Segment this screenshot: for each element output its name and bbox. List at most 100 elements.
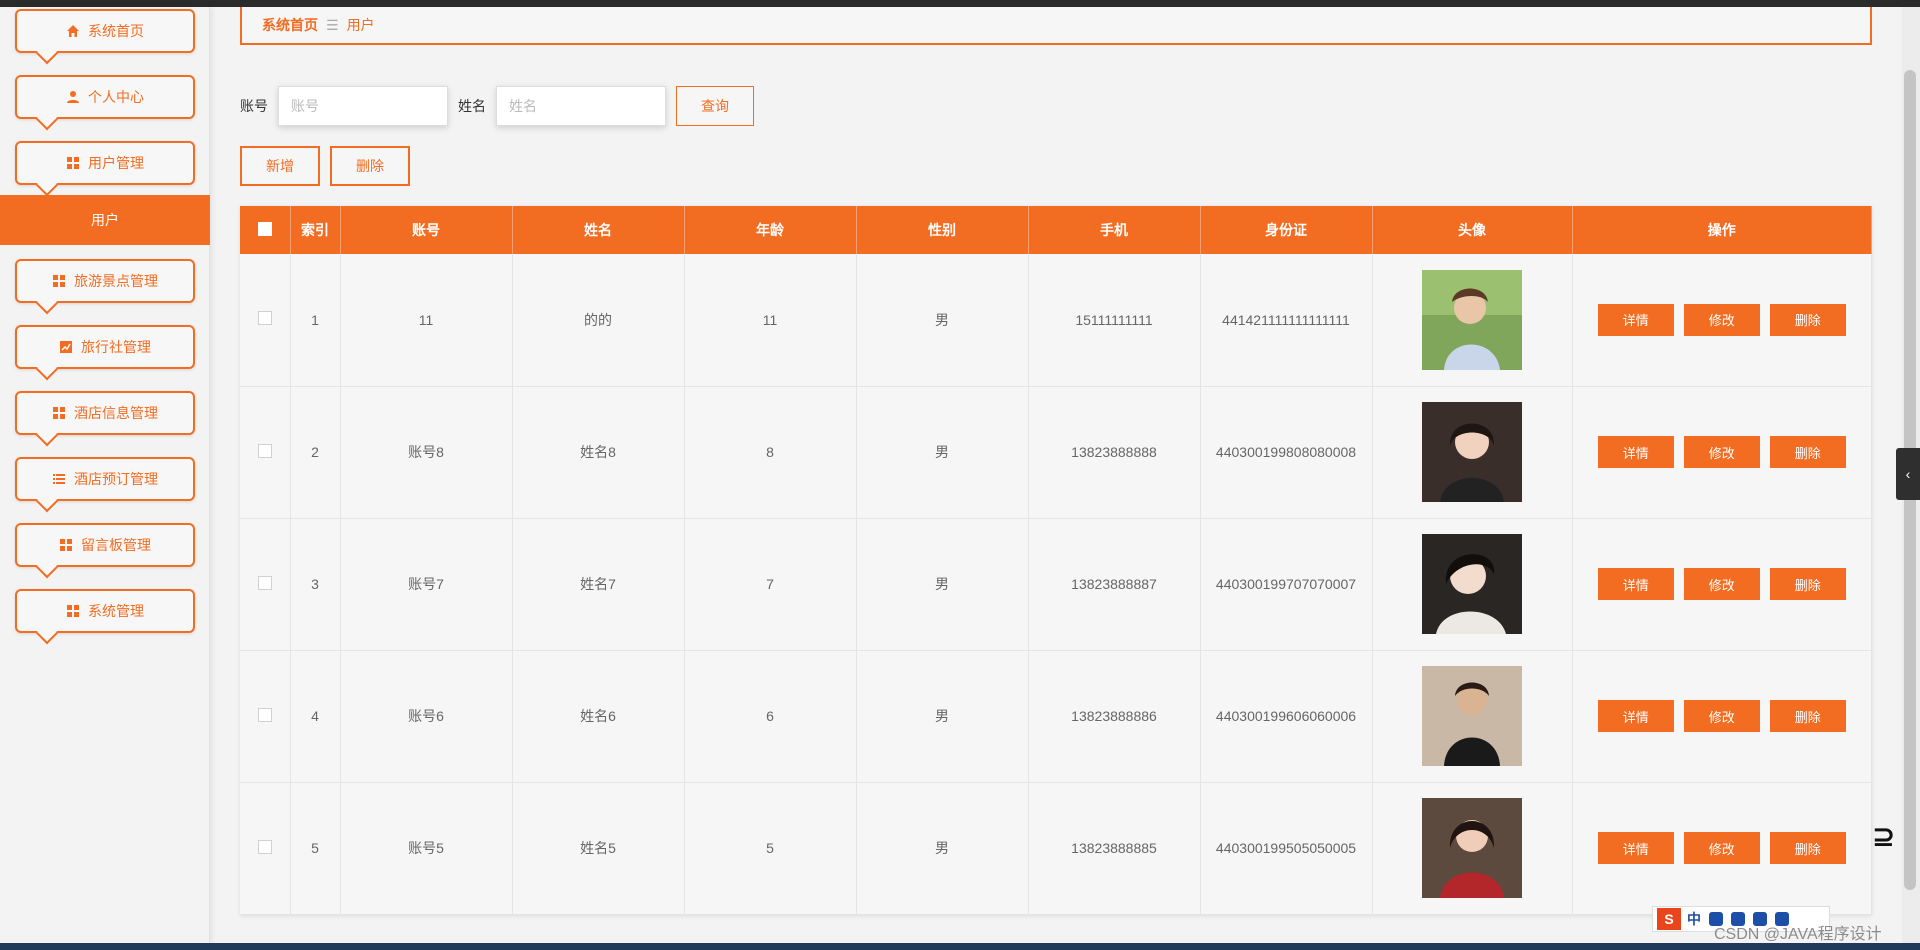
sidebar-item-attraction-management[interactable]: 旅游景点管理 bbox=[15, 259, 195, 315]
select-all-checkbox[interactable] bbox=[257, 221, 272, 236]
table-row: 1 11 的的 11 男 15111111111 441421111111111… bbox=[240, 254, 1872, 387]
edit-button[interactable]: 修改 bbox=[1683, 568, 1760, 600]
detail-button[interactable]: 详情 bbox=[1597, 832, 1674, 864]
sidebar-item-personal-center[interactable]: 个人中心 bbox=[15, 75, 195, 131]
detail-button[interactable]: 详情 bbox=[1597, 436, 1674, 468]
cell-index: 2 bbox=[290, 386, 341, 519]
sidebar-item-label: 旅行社管理 bbox=[81, 339, 151, 355]
grid-icon bbox=[52, 406, 66, 420]
sidebar: 系统首页 个人中心 用户管理 用户 旅游景点管理 旅行社管理 酒店信息管理 酒店… bbox=[0, 7, 210, 943]
cell-phone: 13823888887 bbox=[1028, 518, 1201, 651]
table-row: 5 账号5 姓名5 5 男 13823888885 44030019950505… bbox=[240, 782, 1872, 915]
delete-button[interactable]: 删除 bbox=[1769, 700, 1846, 732]
avatar bbox=[1422, 269, 1522, 370]
cell-index: 1 bbox=[290, 254, 341, 387]
sidebar-item-hotel-booking[interactable]: 酒店预订管理 bbox=[15, 457, 195, 513]
header-name: 姓名 bbox=[512, 206, 685, 254]
edit-button[interactable]: 修改 bbox=[1683, 436, 1760, 468]
sidebar-item-travel-agency[interactable]: 旅行社管理 bbox=[15, 325, 195, 381]
sidebar-item-label: 系统首页 bbox=[88, 23, 144, 39]
header-id-card: 身份证 bbox=[1200, 206, 1373, 254]
account-label: 账号 bbox=[240, 98, 268, 114]
cell-age: 6 bbox=[684, 650, 857, 783]
breadcrumb-home[interactable]: 系统首页 bbox=[262, 15, 318, 35]
row-checkbox[interactable] bbox=[257, 443, 272, 458]
cell-age: 7 bbox=[684, 518, 857, 651]
home-icon bbox=[66, 24, 80, 38]
row-checkbox[interactable] bbox=[257, 311, 272, 326]
avatar bbox=[1422, 666, 1522, 766]
row-checkbox[interactable] bbox=[257, 575, 272, 590]
cell-account: 账号6 bbox=[340, 650, 513, 783]
cell-avatar bbox=[1372, 782, 1573, 915]
cell-phone: 13823888888 bbox=[1028, 386, 1201, 519]
detail-button[interactable]: 详情 bbox=[1597, 303, 1674, 336]
cell-id-card: 441421111111111111 bbox=[1200, 254, 1373, 387]
sidebar-item-system-management[interactable]: 系统管理 bbox=[15, 589, 195, 645]
edit-button[interactable]: 修改 bbox=[1683, 700, 1760, 732]
batch-delete-button[interactable]: 删除 bbox=[330, 146, 410, 186]
window-top-bar bbox=[0, 0, 1920, 7]
sidebar-subitem-user[interactable]: 用户 bbox=[0, 195, 210, 245]
cell-account: 账号8 bbox=[340, 386, 513, 519]
sidebar-item-message-board[interactable]: 留言板管理 bbox=[15, 523, 195, 579]
avatar bbox=[1422, 798, 1522, 898]
detail-button[interactable]: 详情 bbox=[1597, 568, 1674, 600]
sidebar-item-label: 旅游景点管理 bbox=[74, 273, 158, 289]
header-gender: 性别 bbox=[856, 206, 1029, 254]
cell-gender: 男 bbox=[856, 254, 1029, 387]
chart-icon bbox=[59, 340, 73, 354]
cell-id-card: 440300199808080008 bbox=[1200, 386, 1373, 519]
sidebar-item-hotel-info[interactable]: 酒店信息管理 bbox=[15, 391, 195, 447]
account-search-input[interactable] bbox=[278, 86, 448, 126]
sidebar-item-user-management[interactable]: 用户管理 bbox=[15, 141, 195, 197]
cell-phone: 13823888886 bbox=[1028, 650, 1201, 783]
header-avatar: 头像 bbox=[1372, 206, 1573, 254]
cell-index: 5 bbox=[290, 782, 341, 915]
row-checkbox[interactable] bbox=[257, 707, 272, 722]
cell-index: 3 bbox=[290, 518, 341, 651]
cell-name: 姓名5 bbox=[512, 782, 685, 915]
sidebar-item-label: 用户管理 bbox=[88, 155, 144, 171]
row-select bbox=[240, 518, 291, 651]
cell-name: 的的 bbox=[512, 254, 685, 387]
delete-button[interactable]: 删除 bbox=[1769, 568, 1846, 600]
sidebar-item-home[interactable]: 系统首页 bbox=[15, 9, 195, 65]
cell-gender: 男 bbox=[856, 386, 1029, 519]
edit-button[interactable]: 修改 bbox=[1683, 303, 1760, 336]
cell-account: 11 bbox=[340, 254, 513, 387]
delete-button[interactable]: 删除 bbox=[1769, 832, 1846, 864]
collapse-panel-button[interactable]: ‹ bbox=[1896, 448, 1920, 500]
delete-button[interactable]: 删除 bbox=[1769, 303, 1846, 336]
search-bar: 账号 姓名 查询 bbox=[240, 85, 754, 127]
overlay-glyph-icon: ⊇ bbox=[1872, 821, 1896, 852]
cell-avatar bbox=[1372, 386, 1573, 519]
cell-age: 8 bbox=[684, 386, 857, 519]
header-age: 年龄 bbox=[684, 206, 857, 254]
header-account: 账号 bbox=[340, 206, 513, 254]
list-icon bbox=[52, 472, 66, 486]
sidebar-item-label: 个人中心 bbox=[88, 89, 144, 105]
add-button[interactable]: 新增 bbox=[240, 146, 320, 186]
cell-avatar bbox=[1372, 650, 1573, 783]
row-checkbox[interactable] bbox=[257, 839, 272, 854]
breadcrumb-current: 用户 bbox=[346, 17, 375, 33]
table-row: 2 账号8 姓名8 8 男 13823888888 44030019980808… bbox=[240, 386, 1872, 519]
detail-button[interactable]: 详情 bbox=[1597, 700, 1674, 732]
name-search-input[interactable] bbox=[496, 86, 666, 126]
delete-button[interactable]: 删除 bbox=[1769, 436, 1846, 468]
sidebar-item-label: 留言板管理 bbox=[81, 537, 151, 553]
row-select bbox=[240, 386, 291, 519]
table-header-row: 索引 账号 姓名 年龄 性别 手机 身份证 头像 操作 bbox=[240, 206, 1872, 254]
table-row: 3 账号7 姓名7 7 男 13823888887 44030019970707… bbox=[240, 518, 1872, 651]
taskbar-edge bbox=[0, 943, 1920, 950]
chevron-left-icon: ‹ bbox=[1905, 466, 1911, 482]
header-index: 索引 bbox=[290, 206, 341, 254]
edit-button[interactable]: 修改 bbox=[1683, 832, 1760, 864]
row-select bbox=[240, 254, 291, 387]
cell-actions: 详情 修改 删除 bbox=[1572, 782, 1872, 915]
cell-index: 4 bbox=[290, 650, 341, 783]
cell-avatar bbox=[1372, 254, 1573, 387]
ime-mode[interactable]: 中 bbox=[1687, 909, 1701, 929]
query-button[interactable]: 查询 bbox=[676, 86, 754, 126]
